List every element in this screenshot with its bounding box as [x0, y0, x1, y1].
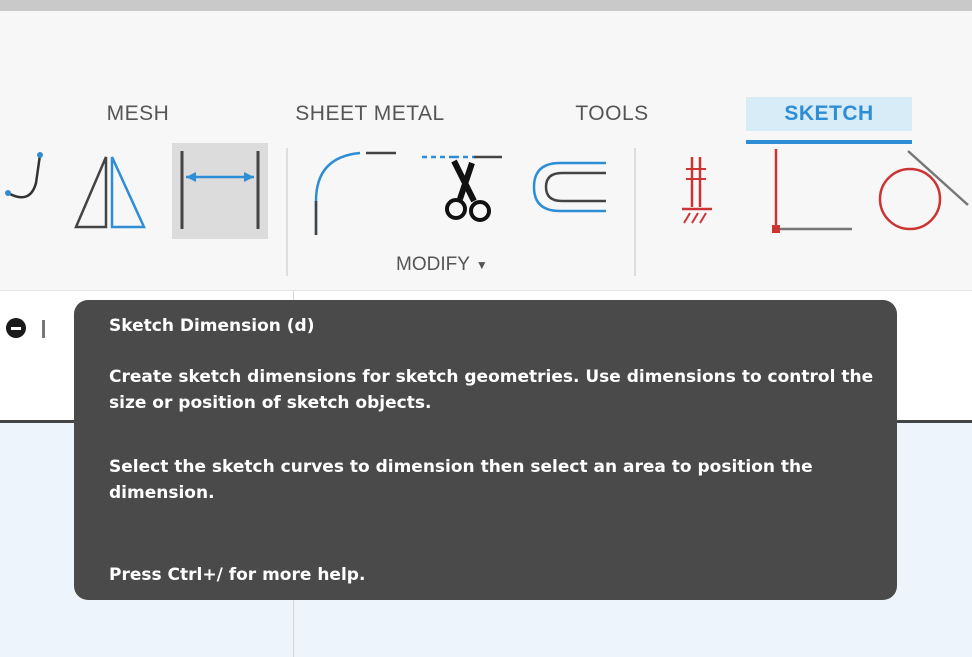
collapse-icon[interactable] — [6, 318, 26, 338]
offset-icon — [532, 161, 606, 213]
sketch-dimension-tool[interactable] — [172, 143, 268, 239]
tooltip-instructions: Select the sketch curves to dimension th… — [109, 457, 813, 503]
mirror-icon — [74, 156, 146, 229]
trim-icon — [422, 155, 502, 222]
tooltip-description: Create sketch dimensions for sketch geom… — [109, 367, 874, 413]
tab-mesh[interactable]: MESH — [98, 97, 178, 131]
tooltip-title: Sketch Dimension (d) — [109, 316, 315, 336]
coincident-constraint-icon — [772, 149, 852, 233]
window-top-bar — [0, 0, 972, 11]
fix-constraint-tool[interactable] — [670, 143, 730, 239]
offset-tool[interactable] — [522, 143, 614, 239]
tab-sheet-metal[interactable]: SHEET METAL — [278, 97, 462, 131]
spline-tool[interactable] — [0, 143, 60, 239]
spline-icon — [5, 152, 43, 199]
tooltip: Sketch Dimension (d) Create sketch dimen… — [74, 300, 897, 600]
tangent-constraint-tool[interactable] — [872, 143, 972, 239]
tab-tools[interactable]: TOOLS — [560, 97, 664, 131]
dropdown-arrow-icon: ▼ — [475, 258, 488, 272]
coincident-constraint-tool[interactable] — [760, 143, 860, 239]
mirror-tool[interactable] — [70, 143, 162, 239]
constraint-fix-icon — [682, 157, 712, 224]
tab-sketch[interactable]: SKETCH — [746, 97, 912, 131]
sketch-dimension-icon — [180, 151, 260, 229]
modify-label: MODIFY — [396, 254, 470, 276]
modify-menu[interactable]: MODIFY ▼ — [396, 252, 536, 278]
fillet-tool[interactable] — [300, 143, 400, 239]
group-divider — [634, 148, 636, 276]
trim-tool[interactable] — [418, 143, 508, 239]
tooltip-help-hint: Press Ctrl+/ for more help. — [109, 565, 366, 585]
drag-handle[interactable] — [42, 320, 45, 338]
fillet-icon — [314, 151, 396, 235]
group-divider — [286, 148, 288, 276]
tangent-constraint-icon — [878, 150, 969, 231]
